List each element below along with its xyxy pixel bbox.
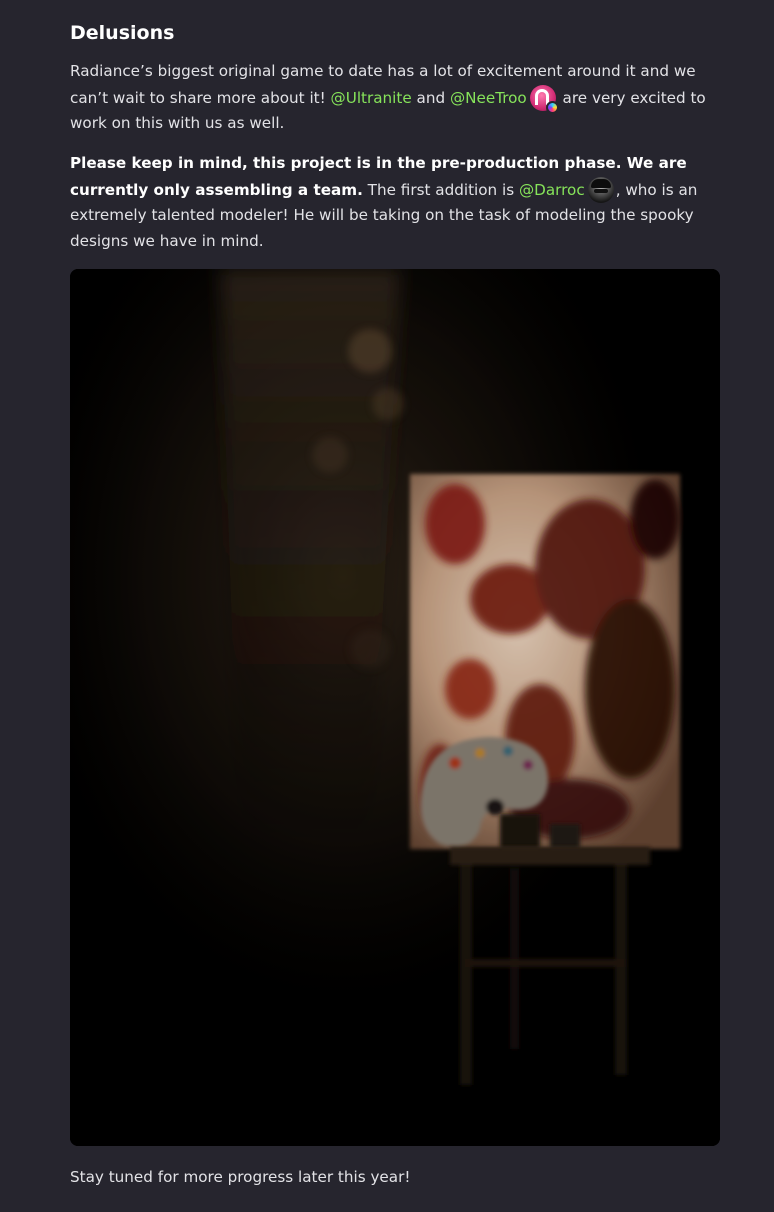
avatar-hat [590,178,611,188]
mention-neetroo[interactable]: @NeeTroo [450,89,527,107]
intro-text-b: and [411,88,450,107]
attached-image[interactable] [70,269,720,1146]
pink-avatar-icon[interactable] [529,84,559,114]
intro-paragraph: Radiance’s biggest original game to date… [70,59,722,137]
mention-ultranite[interactable]: @Ultranite [331,89,412,107]
hat-avatar-icon[interactable] [587,176,614,203]
mention-darroc[interactable]: @Darroc [519,181,585,199]
outro-paragraph: Stay tuned for more progress later this … [70,1168,411,1186]
avatar-glyph [534,88,549,105]
nitro-badge-icon [545,100,559,114]
team-paragraph: Please keep in mind, this project is in … [70,151,722,254]
team-text-a: The first addition is [362,180,519,199]
avatar-eyes [593,188,608,193]
post-heading: Delusions [70,22,175,44]
easel-scene-image [70,269,720,1146]
